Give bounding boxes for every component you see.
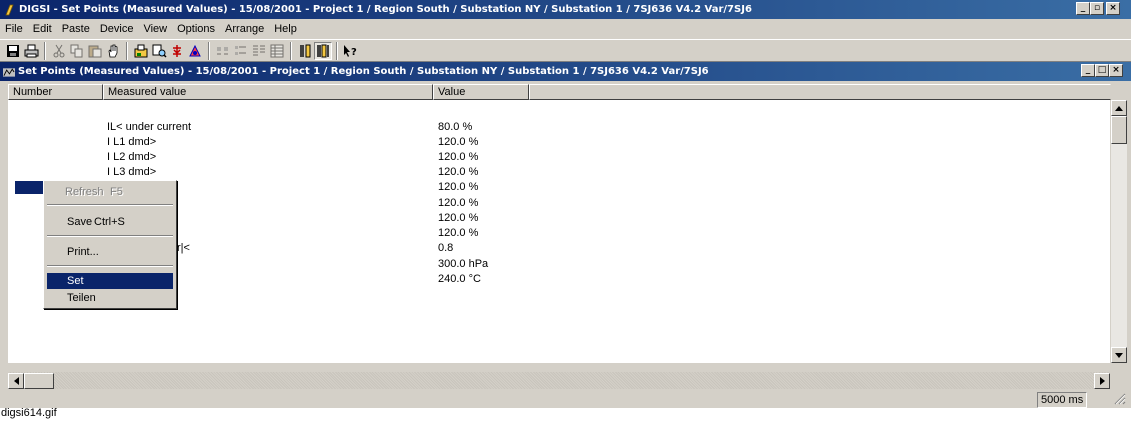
digsi-app-icon[interactable] (3, 4, 15, 16)
list-icon[interactable] (250, 42, 268, 60)
column-header-empty (529, 84, 1111, 100)
copy-icon[interactable] (68, 42, 86, 60)
row-value[interactable]: 120.0 % (438, 180, 478, 195)
menu-file[interactable]: File (0, 23, 28, 35)
device-pressed-icon[interactable] (314, 41, 332, 60)
print-icon[interactable] (22, 42, 40, 60)
toolbar-separator (44, 41, 46, 60)
row-name[interactable]: I L3 dmd> (107, 165, 156, 180)
properties-icon[interactable] (132, 42, 150, 60)
large-icons-icon[interactable] (214, 42, 232, 60)
menu-arrange[interactable]: Arrange (220, 23, 269, 35)
menu-separator (47, 235, 173, 237)
row-value[interactable]: 120.0 % (438, 135, 478, 150)
menu-item-save-shortcut: Ctrl+S (94, 216, 125, 228)
hscroll-thumb[interactable] (24, 373, 54, 389)
row-name[interactable]: I L1 dmd> (107, 135, 156, 150)
row-value[interactable]: 120.0 % (438, 150, 478, 165)
menu-separator (47, 265, 173, 267)
row-name[interactable]: IL< under current (107, 120, 191, 135)
save-icon[interactable] (4, 42, 22, 60)
image-caption: digsi614.gif (1, 407, 57, 419)
small-icons-icon[interactable] (232, 42, 250, 60)
menu-options[interactable]: Options (172, 23, 220, 35)
row-value[interactable]: 120.0 % (438, 226, 478, 241)
whats-this-help-icon[interactable]: ? (342, 42, 360, 60)
child-window-title: Set Points (Measured Values) - 15/08/200… (18, 66, 709, 77)
size-grip-icon[interactable] (1112, 391, 1128, 407)
status-timer: 5000 ms (1037, 392, 1087, 408)
status-bar: 5000 ms (0, 389, 1131, 408)
menu-view[interactable]: View (138, 23, 172, 35)
row-value[interactable]: 0.8 (438, 241, 453, 256)
child-title-bar[interactable]: Set Points (Measured Values) - 15/08/200… (0, 62, 1131, 81)
toolbar-separator (126, 41, 128, 60)
transfer-icon[interactable] (168, 42, 186, 60)
menu-item-refresh-label: Refresh (65, 186, 104, 198)
paste-icon[interactable] (86, 42, 104, 60)
row-value[interactable]: 80.0 % (438, 120, 472, 135)
menu-edit[interactable]: Edit (28, 23, 57, 35)
toolbar-separator (208, 41, 210, 60)
menu-item-refresh[interactable]: Refresh F5 (47, 184, 173, 200)
column-header-value[interactable]: Value (433, 84, 529, 100)
vertical-scrollbar[interactable] (1111, 100, 1127, 363)
main-title-bar[interactable]: DIGSI - Set Points (Measured Values) - 1… (0, 0, 1131, 19)
hand-icon[interactable] (104, 42, 122, 60)
set-points-window-icon[interactable] (3, 66, 15, 78)
row-value[interactable]: 120.0 % (438, 211, 478, 226)
column-header-measured-value[interactable]: Measured value (103, 84, 433, 100)
child-close-icon[interactable]: × (1109, 64, 1123, 77)
menu-item-save-label: Save (67, 216, 93, 228)
child-minimize-icon[interactable]: _ (1081, 64, 1095, 77)
child-maximize-icon[interactable]: □ (1095, 64, 1109, 77)
menu-item-print[interactable]: Print... (47, 244, 173, 260)
horizontal-scrollbar[interactable] (8, 372, 1110, 389)
row-value[interactable]: 120.0 % (438, 196, 478, 211)
scroll-left-icon[interactable] (8, 373, 24, 389)
menu-item-share-label: Teilen (67, 292, 96, 304)
minimize-icon[interactable]: _ (1076, 2, 1090, 15)
row-value[interactable]: 120.0 % (438, 165, 478, 180)
row-value[interactable]: 240.0 °C (438, 272, 481, 287)
scroll-right-icon[interactable] (1094, 373, 1110, 389)
menu-item-set[interactable]: Set (47, 273, 173, 289)
details-icon[interactable] (268, 42, 286, 60)
reconnect-icon[interactable] (186, 42, 204, 60)
row-name[interactable]: r|< (177, 241, 190, 256)
scroll-up-icon[interactable] (1111, 100, 1127, 116)
digsi-main-window: DIGSI - Set Points (Measured Values) - 1… (0, 0, 1131, 408)
menu-device[interactable]: Device (95, 23, 139, 35)
menu-help[interactable]: Help (269, 23, 302, 35)
toolbar-separator (336, 41, 338, 60)
menu-item-share[interactable]: Teilen (47, 290, 173, 306)
device-icon[interactable] (296, 42, 314, 60)
close-icon[interactable]: × (1106, 2, 1120, 15)
menu-bar: File Edit Paste Device View Options Arra… (0, 19, 1131, 38)
menu-item-print-label: Print... (67, 246, 99, 258)
scroll-thumb[interactable] (1111, 116, 1127, 144)
restore-icon[interactable]: ▫ (1090, 2, 1104, 15)
toolbar: ? (0, 39, 1131, 62)
menu-item-set-label: Set (67, 275, 84, 287)
svg-text:?: ? (351, 47, 357, 58)
column-header-number[interactable]: Number (8, 84, 103, 100)
toolbar-separator (290, 41, 292, 60)
menu-separator (47, 204, 173, 206)
main-window-title: DIGSI - Set Points (Measured Values) - 1… (19, 4, 752, 15)
menu-item-save[interactable]: Save Ctrl+S (47, 214, 173, 230)
scroll-down-icon[interactable] (1111, 347, 1127, 363)
cut-icon[interactable] (50, 42, 68, 60)
menu-paste[interactable]: Paste (57, 23, 95, 35)
row-value[interactable]: 300.0 hPa (438, 257, 488, 272)
menu-item-refresh-shortcut: F5 (110, 186, 123, 198)
find-icon[interactable] (150, 42, 168, 60)
row-name[interactable]: I L2 dmd> (107, 150, 156, 165)
context-menu: Refresh F5 Save Ctrl+S Print... Set Teil… (43, 180, 177, 309)
